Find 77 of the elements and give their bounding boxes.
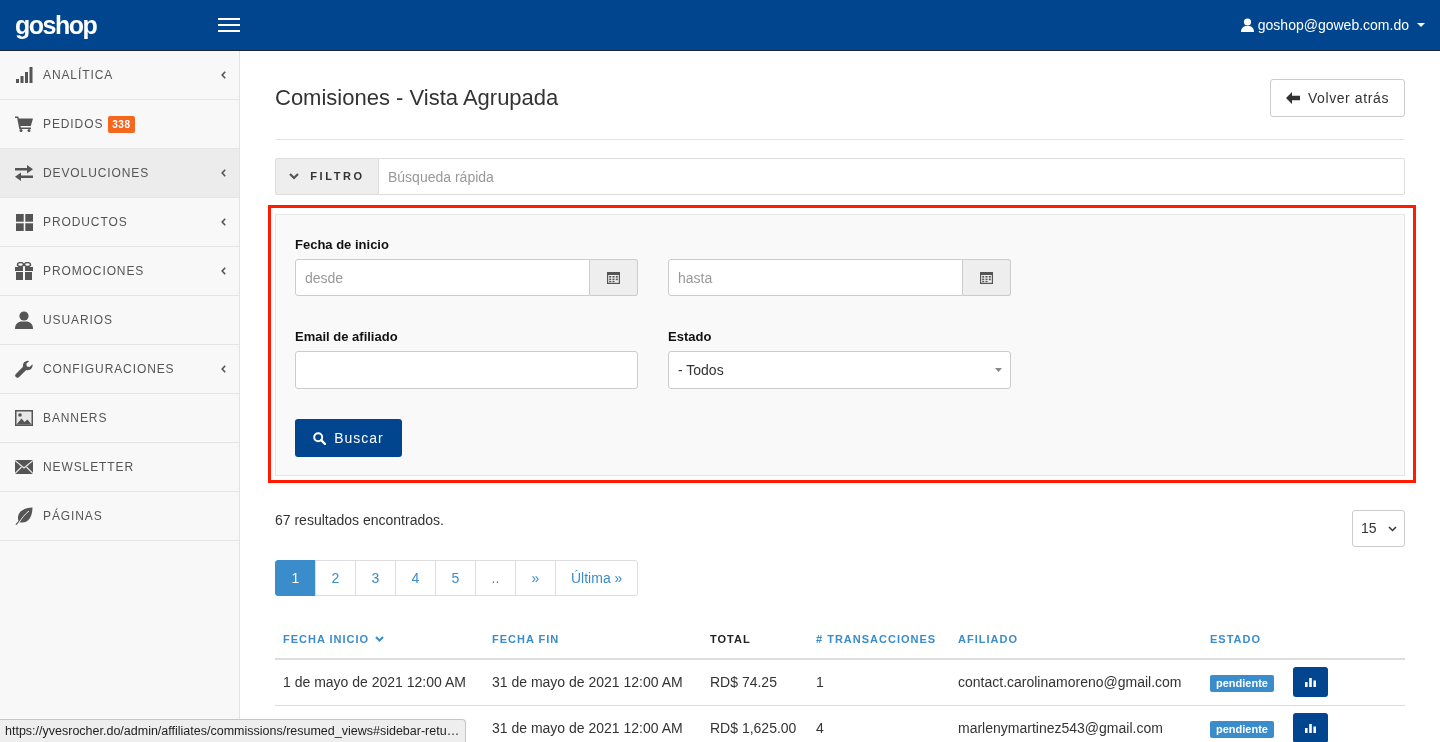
per-page-select[interactable]: 15 [1352,510,1405,547]
search-field[interactable]: Búsqueda rápida [379,158,1405,195]
column-header[interactable]: # TRANSACCIONES [816,630,937,647]
sidebar-item[interactable]: DEVOLUCIONES [0,149,239,198]
sidebar-item[interactable]: NEWSLETTER [0,443,239,492]
envelope-icon [15,460,33,474]
page-link[interactable]: 1 [275,560,316,596]
sidebar-item[interactable]: PÁGINAS [0,492,239,541]
sidebar-item[interactable]: PRODUCTOS [0,198,239,247]
caret-down-icon [995,368,1002,372]
table-cell: 1 [808,659,950,705]
stats-button[interactable] [1293,667,1328,698]
page-link[interactable]: 2 [315,560,356,596]
page-title: Comisiones - Vista Agrupada [275,84,559,112]
calendar-button[interactable] [963,259,1011,296]
field-label: Estado [668,328,713,346]
table-cell: RD$ 1,625.00 [702,705,808,742]
table-cell: 31 de mayo de 2021 12:00 AM [484,705,702,742]
field-label: Email de afiliado [295,328,399,346]
filter-toggle[interactable]: FILTRO [275,158,379,195]
sidebar-item[interactable]: BANNERS [0,394,239,443]
user-icon [1240,18,1254,32]
table-cell: contact.carolinamoreno@gmail.com [950,659,1202,705]
email-field[interactable] [295,351,638,389]
gift-icon [15,262,33,280]
wrench-icon [15,360,33,378]
table-cell: RD$ 74.25 [702,659,808,705]
sidebar-item[interactable]: USUARIOS [0,296,239,345]
sidebar-item[interactable]: CONFIGURACIONES [0,345,239,394]
status-badge: pendiente [1210,675,1274,693]
caret-down-icon [1417,23,1425,27]
count-badge: 338 [108,115,135,133]
user-menu-button[interactable]: goshop@goweb.com.do [1240,16,1425,34]
column-header[interactable]: FECHA INICIO [283,630,385,647]
table-cell: marlenymartinez543@gmail.com [950,705,1202,742]
leaf-icon [15,507,33,525]
page-link[interactable]: 5 [435,560,476,596]
date-field[interactable]: desde [295,259,590,296]
page-link[interactable]: 3 [355,560,396,596]
table-cell: 1 de mayo de 2021 12:00 AM [275,659,484,705]
page-link[interactable]: .. [475,560,516,596]
column-header[interactable]: ESTADO [1210,630,1262,647]
column-header[interactable]: AFILIADO [958,630,1018,647]
menu-icon[interactable] [218,18,240,32]
table-cell: 4 [808,705,950,742]
sidebar-item[interactable]: PROMOCIONES [0,247,239,296]
date-field[interactable]: hasta [668,259,963,296]
results-count: 67 resultados encontrados. [275,511,444,530]
search-button[interactable]: Buscar [295,419,402,457]
page-link[interactable]: 4 [395,560,436,596]
cart-icon [15,116,33,132]
arrow-left-icon [1285,92,1300,104]
status-select[interactable]: - Todos [668,351,1011,389]
stats-button[interactable] [1293,713,1328,742]
user-icon [15,311,33,329]
page-link[interactable]: » [515,560,556,596]
page-link[interactable]: Última » [555,560,639,596]
bar-chart-icon [1305,723,1316,733]
signal-bars-icon [15,67,33,83]
sidebar-item[interactable]: ANALÍTICA [0,51,239,100]
logo[interactable]: goshop [15,12,97,38]
bar-chart-icon [1305,677,1316,688]
chevron-down-icon [1388,525,1397,532]
link-url-status: https://yvesrocher.do/admin/affiliates/commissions/resumed_views#sidebar-retu… [0,719,467,742]
search-icon [313,431,327,445]
picture-icon [15,410,33,426]
grid-icon [15,213,33,231]
table-cell: 31 de mayo de 2021 12:00 AM [484,659,702,705]
column-header: TOTAL [710,631,751,647]
calendar-button[interactable] [590,259,638,296]
column-header[interactable]: FECHA FIN [492,630,560,647]
calendar-icon [980,271,993,284]
status-badge: pendiente [1210,721,1274,738]
field-label: Fecha de inicio [295,236,390,254]
back-button[interactable]: Volver atrás [1269,79,1405,117]
calendar-icon [607,271,620,284]
exchange-arrows-icon [15,165,33,181]
